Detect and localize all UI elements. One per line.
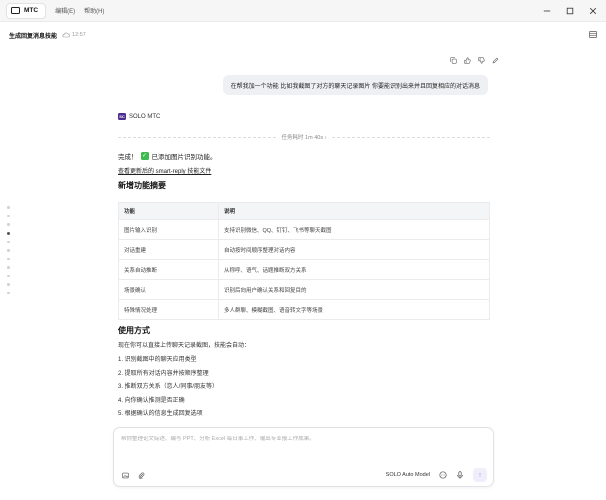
table-cell: 关系自动推断 (118, 259, 219, 280)
conversation-nav-dots[interactable] (7, 206, 10, 294)
done-prefix: 完成！ (118, 154, 138, 161)
table-header: 说明 (218, 202, 490, 220)
app-tab-mtc[interactable]: MTC (6, 2, 47, 19)
app-tab-label: MTC (24, 7, 39, 14)
menu-edit[interactable]: 编辑(E) (55, 6, 75, 15)
list-item: 2. 提取所有对话内容并按顺序整理 (118, 370, 209, 377)
chat-header: 生成回复消息技能 12:57 (0, 26, 606, 44)
table-row: 场景确认 识别后向用户确认关系和回复目的 (118, 279, 490, 300)
table-cell: 自动按时间顺序整理对话内容 (218, 239, 490, 260)
table-header-row: 功能 说明 (118, 202, 490, 220)
chat-time: 12:57 (72, 32, 86, 38)
title-bar: MTC 编辑(E) 帮助(H) (0, 0, 606, 22)
edit-icon[interactable] (492, 57, 499, 64)
features-heading: 新增功能摘要 (118, 181, 166, 190)
model-selector[interactable]: SOLO Auto Model (386, 472, 430, 478)
task-duration-divider[interactable]: 任务耗时 1m 40s › (118, 132, 491, 142)
image-upload-icon[interactable] (122, 472, 129, 479)
close-icon[interactable] (587, 5, 598, 16)
table-cell: 场景确认 (118, 279, 219, 300)
nav-dot[interactable] (7, 291, 10, 294)
nav-dot[interactable] (7, 274, 10, 277)
table-cell: 图片输入识别 (118, 219, 219, 240)
table-cell: 特殊情况处理 (118, 299, 219, 320)
completion-line: 完成！ ✓ 已添加图片识别功能。 (118, 151, 217, 161)
usage-steps: 1. 识别截图中的聊天应用类型 2. 提取所有对话内容并按顺序整理 3. 推断双… (118, 354, 218, 422)
thumbs-up-icon[interactable] (464, 57, 471, 64)
bot-name: SOLO MTC (129, 113, 161, 120)
nav-dot[interactable] (7, 266, 10, 269)
feature-table: 功能 说明 图片输入识别 支持识别微信、QQ、钉钉、飞书等聊天截图 对话重建 自… (118, 202, 490, 320)
table-row: 关系自动推断 从称呼、语气、话题推断双方关系 (118, 259, 490, 280)
minimize-icon[interactable] (541, 5, 552, 16)
table-cell: 识别后向用户确认关系和回复目的 (218, 279, 490, 300)
check-icon: ✓ (140, 152, 149, 160)
usage-heading: 使用方式 (118, 326, 150, 335)
usage-intro: 现在你可以直接上传聊天记录截图，技能会自动： (118, 343, 251, 349)
table-cell: 从称呼、语气、话题推断双方关系 (218, 259, 490, 280)
skill-file-link[interactable]: 查看更新后的 smart-reply 技能文件 (118, 166, 211, 175)
message-composer: SOLO Auto Model ↑ (113, 427, 494, 487)
task-duration: 任务耗时 1m 40s › (281, 135, 327, 141)
attachment-icon[interactable] (138, 472, 145, 480)
list-item: 4. 向你确认推测是否正确 (118, 397, 185, 404)
nav-dot[interactable] (7, 206, 10, 209)
nav-dot[interactable] (7, 283, 10, 286)
table-row: 特殊情况处理 多人群聊、模糊截图、语音转文字等场景 (118, 299, 490, 320)
maximize-icon[interactable] (564, 5, 575, 16)
cloud-icon (62, 32, 70, 38)
chat-mode-icon[interactable] (439, 471, 447, 479)
bot-avatar: SC (118, 113, 126, 120)
list-item: 1. 识别截图中的聊天应用类型 (118, 357, 197, 363)
table-cell: 对话重建 (118, 239, 219, 260)
nav-dot-active[interactable] (7, 231, 10, 235)
table-row: 图片输入识别 支持识别微信、QQ、钉钉、飞书等聊天截图 (118, 219, 490, 240)
menu-help[interactable]: 帮助(H) (84, 6, 104, 15)
chat-title: 生成回复消息技能 (9, 33, 58, 40)
nav-dot[interactable] (7, 249, 10, 252)
bot-header: SC SOLO MTC (118, 113, 160, 120)
list-item: 5. 根据确认的信息生成回复选项 (118, 411, 203, 417)
app-window-icon (11, 7, 20, 14)
nav-dot[interactable] (7, 240, 10, 243)
nav-dot[interactable] (7, 257, 10, 260)
nav-dot[interactable] (7, 223, 10, 226)
message-input[interactable] (121, 436, 481, 442)
arrow-up-icon: ↑ (478, 471, 482, 479)
done-suffix: 已添加图片识别功能。 (151, 154, 217, 161)
send-button[interactable]: ↑ (473, 468, 487, 482)
table-cell: 多人群聊、模糊截图、语音转文字等场景 (218, 299, 490, 320)
message-actions (450, 57, 499, 64)
microphone-icon[interactable] (456, 471, 464, 479)
thumbs-down-icon[interactable] (478, 57, 485, 64)
divider-line (118, 136, 276, 138)
table-header: 功能 (118, 202, 219, 220)
table-cell: 支持识别微信、QQ、钉钉、飞书等聊天截图 (218, 219, 490, 240)
user-message-bubble: 在帮我加一个功能 比如我截图了对方的聊天记录图片 你要能识别出来并且回复相应的对… (222, 75, 488, 95)
divider-line (332, 136, 491, 138)
table-row: 对话重建 自动按时间顺序整理对话内容 (118, 239, 490, 260)
nav-dot[interactable] (7, 214, 10, 217)
list-item: 3. 推断双方关系（恋人/同事/朋友等） (118, 384, 219, 390)
panel-toggle-icon[interactable] (589, 31, 597, 38)
copy-icon[interactable] (450, 57, 457, 64)
user-message-text: 在帮我加一个功能 比如我截图了对方的聊天记录图片 你要能识别出来并且回复相应的对… (230, 83, 480, 90)
